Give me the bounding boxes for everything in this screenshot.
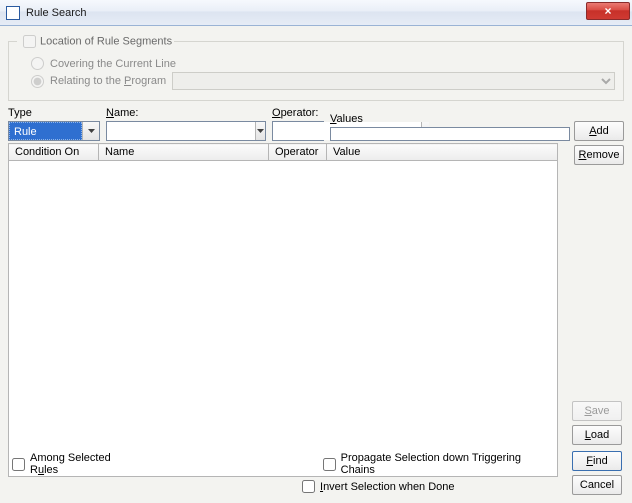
values-input-wrap bbox=[330, 127, 570, 141]
invert-checkbox[interactable] bbox=[302, 480, 315, 493]
table-body[interactable] bbox=[8, 161, 558, 477]
type-value: Rule bbox=[9, 122, 82, 140]
invert-checkbox-label: Invert Selection when Done bbox=[302, 480, 556, 493]
col-value[interactable]: Value bbox=[327, 144, 558, 161]
operator-combo[interactable] bbox=[272, 121, 324, 141]
location-enable-checkbox[interactable] bbox=[23, 35, 36, 48]
radio-covering-label: Covering the Current Line bbox=[50, 58, 176, 70]
type-select[interactable]: Rule bbox=[8, 121, 100, 141]
save-button[interactable]: Save bbox=[572, 401, 622, 421]
bottom-options: Among Selected Rules Propagate Selection… bbox=[12, 452, 556, 493]
propagate-checkbox-label: Propagate Selection down Triggering Chai… bbox=[323, 452, 556, 476]
radio-program-label: Relating to the Program bbox=[50, 75, 166, 87]
name-label: Name: bbox=[106, 107, 266, 119]
radio-relating-program[interactable] bbox=[31, 75, 44, 88]
add-button[interactable]: Add bbox=[574, 121, 624, 141]
chevron-down-icon bbox=[255, 122, 265, 140]
window-title: Rule Search bbox=[26, 7, 87, 19]
title-bar: Rule Search × bbox=[0, 0, 632, 26]
among-selected-checkbox-label: Among Selected Rules bbox=[12, 452, 141, 476]
col-condition-on[interactable]: Condition On bbox=[9, 144, 99, 161]
location-legend: Location of Rule Segments bbox=[40, 35, 172, 47]
values-input[interactable] bbox=[331, 128, 569, 140]
among-selected-checkbox[interactable] bbox=[12, 458, 25, 471]
propagate-checkbox[interactable] bbox=[323, 458, 336, 471]
program-select[interactable] bbox=[172, 72, 615, 90]
load-button[interactable]: Load bbox=[572, 425, 622, 445]
close-icon: × bbox=[604, 5, 611, 17]
client-area: Location of Rule Segments Covering the C… bbox=[0, 26, 632, 503]
chevron-down-icon bbox=[82, 122, 99, 140]
name-combo[interactable] bbox=[106, 121, 266, 141]
name-input[interactable] bbox=[107, 122, 255, 140]
filter-row: Type Rule Name: Ope bbox=[8, 107, 570, 141]
radio-covering-line[interactable] bbox=[31, 57, 44, 70]
col-name[interactable]: Name bbox=[99, 144, 269, 161]
find-button[interactable]: Find bbox=[572, 451, 622, 471]
cancel-button[interactable]: Cancel bbox=[572, 475, 622, 495]
values-label: Values bbox=[330, 113, 570, 125]
location-group: Location of Rule Segments Covering the C… bbox=[8, 32, 624, 101]
operator-label: Operator: bbox=[272, 107, 324, 119]
app-icon bbox=[6, 6, 20, 20]
close-button[interactable]: × bbox=[586, 2, 630, 20]
type-label: Type bbox=[8, 107, 100, 119]
remove-button[interactable]: Remove bbox=[574, 145, 624, 165]
conditions-table: Condition On Name Operator Value bbox=[8, 143, 558, 477]
col-operator[interactable]: Operator bbox=[269, 144, 327, 161]
